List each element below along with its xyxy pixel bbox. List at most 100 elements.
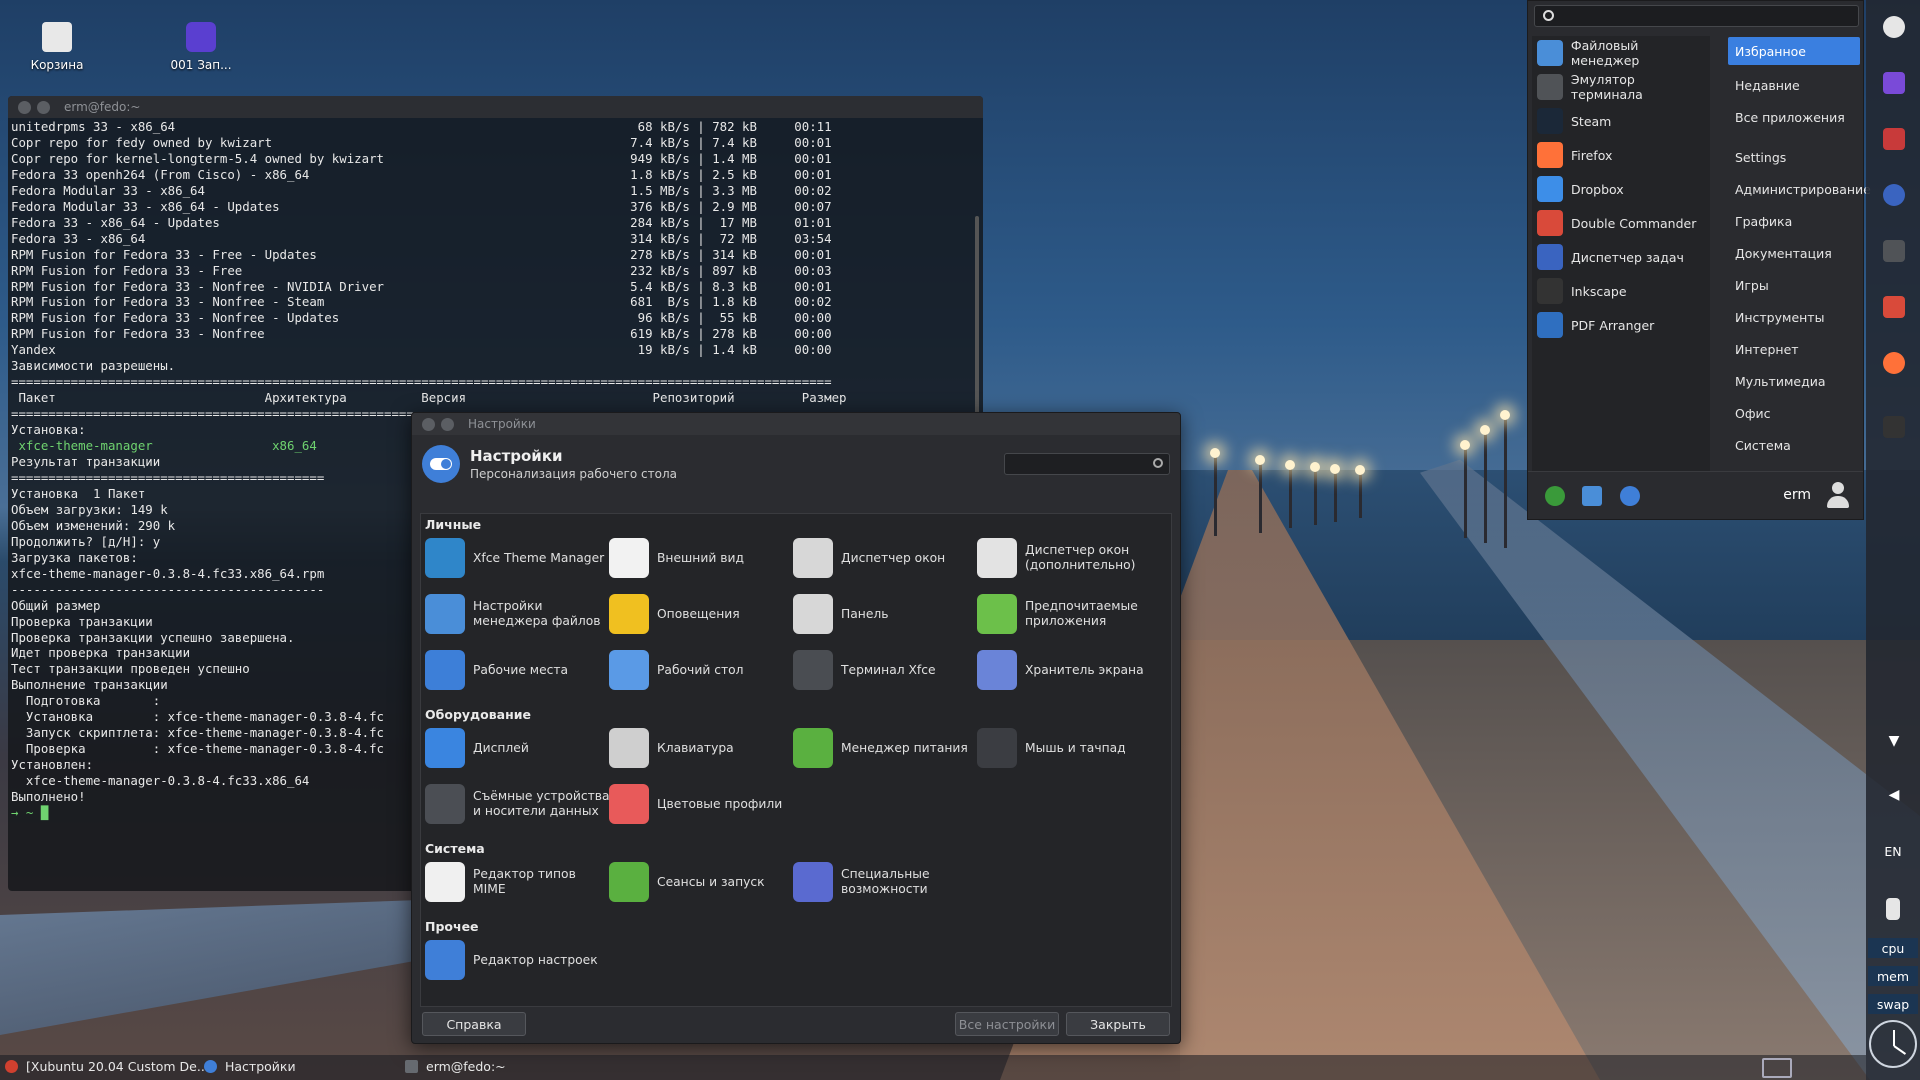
menu-category-item[interactable]: Офис xyxy=(1728,397,1860,429)
settings-item[interactable]: Терминал Xfce xyxy=(793,647,978,693)
menu-category-item[interactable]: Документация xyxy=(1728,237,1860,269)
street-lamp xyxy=(1310,462,1320,472)
app-menu[interactable]: Файловый менеджер Эмулятор терминала Steam… xyxy=(1527,0,1871,520)
menu-button-icon[interactable] xyxy=(1883,16,1905,38)
menu-category-item[interactable]: Администрирование xyxy=(1728,173,1871,205)
task-terminal[interactable]: erm@fedo:~ xyxy=(405,1059,506,1074)
settings-item[interactable]: Хранитель экрана xyxy=(977,647,1162,693)
minimize-icon[interactable] xyxy=(37,100,50,114)
app-launcher-icon[interactable] xyxy=(1883,128,1905,150)
minimize-icon[interactable] xyxy=(441,417,454,431)
clock-icon[interactable] xyxy=(1869,1020,1917,1068)
menu-category-item[interactable]: Интернет xyxy=(1728,333,1860,365)
desktop-icon-trash[interactable]: Корзина xyxy=(9,22,105,72)
settings-item[interactable]: Внешний вид xyxy=(609,535,794,581)
inkscape-icon[interactable] xyxy=(1883,416,1905,438)
show-desktop-icon[interactable] xyxy=(1762,1058,1792,1078)
settings-category-heading: Личные xyxy=(425,517,482,532)
street-lamp xyxy=(1480,425,1490,435)
file-manager-settings-icon xyxy=(425,594,465,634)
settings-item-label: Терминал Xfce xyxy=(841,662,936,677)
folder-icon[interactable] xyxy=(1582,486,1602,506)
menu-category-item[interactable]: Инструменты xyxy=(1728,301,1860,333)
volume-icon[interactable]: ◀ xyxy=(1883,784,1905,806)
settings-item[interactable]: Настройки менеджера файлов xyxy=(425,591,610,637)
mem-monitor[interactable]: mem xyxy=(1868,966,1918,986)
settings-item[interactable]: Панель xyxy=(793,591,978,637)
settings-item[interactable]: Съёмные устройства и носители данных xyxy=(425,781,610,827)
swap-monitor[interactable]: swap xyxy=(1868,994,1918,1014)
settings-item[interactable]: Менеджер питания xyxy=(793,725,978,771)
settings-logo-icon xyxy=(422,445,460,483)
menu-app-label: Эмулятор терминала xyxy=(1570,72,1643,102)
settings-item[interactable]: Цветовые профили xyxy=(609,781,794,827)
settings-item[interactable]: Редактор настроек xyxy=(425,937,610,983)
all-settings-button[interactable]: Все настройки xyxy=(955,1012,1059,1036)
settings-item[interactable]: Рабочий стол xyxy=(609,647,794,693)
terminal-titlebar[interactable]: erm@fedo:~ xyxy=(8,96,983,118)
menu-category-item[interactable]: Недавние xyxy=(1728,69,1860,101)
menu-category-item[interactable]: Избранное xyxy=(1728,37,1860,65)
settings-item[interactable]: Клавиатура xyxy=(609,725,794,771)
settings-item[interactable]: Рабочие места xyxy=(425,647,610,693)
menu-app-item[interactable]: Диспетчер задач xyxy=(1532,240,1710,274)
menu-favorites-list: Файловый менеджер Эмулятор терминала Steam… xyxy=(1532,36,1710,471)
terminal-line: Fedora Modular 33 - x86_64 - Updates 376… xyxy=(11,198,832,214)
steam-icon xyxy=(1537,108,1563,134)
menu-category-item[interactable]: Система xyxy=(1728,429,1860,461)
settings-toggle-icon[interactable] xyxy=(1620,486,1640,506)
screenshot-icon[interactable] xyxy=(1883,72,1905,94)
settings-category-heading: Прочее xyxy=(425,919,479,934)
menu-app-item[interactable]: Inkscape xyxy=(1532,274,1710,308)
menu-app-item[interactable]: Файловый менеджер xyxy=(1532,36,1710,70)
settings-item[interactable]: Специальные возможности xyxy=(793,859,978,905)
settings-item[interactable]: Оповещения xyxy=(609,591,794,637)
menu-app-item[interactable]: Dropbox xyxy=(1532,172,1710,206)
user-avatar-icon[interactable] xyxy=(1825,482,1851,510)
settings-item[interactable]: Мышь и тачпад xyxy=(977,725,1162,771)
settings-item[interactable]: Дисплей xyxy=(425,725,610,771)
battery-icon[interactable] xyxy=(1886,898,1900,920)
desktop-icon xyxy=(609,650,649,690)
menu-app-item[interactable]: Firefox xyxy=(1532,138,1710,172)
close-icon[interactable] xyxy=(18,100,31,114)
task-manager-icon[interactable] xyxy=(1883,184,1905,206)
task-settings[interactable]: Настройки xyxy=(204,1059,296,1074)
menu-category-item[interactable]: Settings xyxy=(1728,141,1860,173)
menu-app-label: Диспетчер задач xyxy=(1571,249,1684,265)
settings-item[interactable]: Xfce Theme Manager xyxy=(425,535,610,581)
settings-titlebar[interactable]: Настройки xyxy=(412,413,1180,435)
close-icon[interactable] xyxy=(422,417,435,431)
help-button[interactable]: Справка xyxy=(422,1012,526,1036)
menu-app-item[interactable]: Double Commander xyxy=(1532,206,1710,240)
menu-category-item[interactable]: Мультимедиа xyxy=(1728,365,1860,397)
settings-category-heading: Оборудование xyxy=(425,707,531,722)
firefox-icon[interactable] xyxy=(1883,352,1905,374)
settings-item[interactable]: Диспетчер окон xyxy=(793,535,978,581)
terminal-icon[interactable] xyxy=(1883,240,1905,262)
double-commander-icon[interactable] xyxy=(1883,296,1905,318)
network-icon[interactable]: ▼ xyxy=(1883,730,1905,752)
settings-item-label: Внешний вид xyxy=(657,550,744,565)
menu-app-item[interactable]: PDF Arranger xyxy=(1532,308,1710,342)
menu-category-item[interactable]: Все приложения xyxy=(1728,101,1860,133)
menu-app-item[interactable]: Steam xyxy=(1532,104,1710,138)
task-xubuntu[interactable]: [Xubuntu 20.04 Custom De... xyxy=(5,1059,209,1074)
settings-search-input[interactable] xyxy=(1004,453,1170,475)
cpu-monitor[interactable]: cpu xyxy=(1868,938,1918,958)
settings-item[interactable]: Предпочитаемые приложения xyxy=(977,591,1162,637)
settings-item-label: Рабочий стол xyxy=(657,662,744,677)
close-button[interactable]: Закрыть xyxy=(1066,1012,1170,1036)
settings-manager-window[interactable]: Настройки Настройки Персонализация рабоч… xyxy=(411,412,1181,1044)
refresh-icon[interactable] xyxy=(1545,486,1565,506)
desktop-icon-recording[interactable]: 001 Зап... xyxy=(153,22,249,72)
menu-category-item[interactable]: Игры xyxy=(1728,269,1860,301)
settings-item-label: Менеджер питания xyxy=(841,740,968,755)
keyboard-layout[interactable]: EN xyxy=(1866,844,1920,859)
menu-category-item[interactable]: Графика xyxy=(1728,205,1860,237)
settings-item[interactable]: Диспетчер окон (дополнительно) xyxy=(977,535,1162,581)
menu-app-item[interactable]: Эмулятор терминала xyxy=(1532,70,1710,104)
menu-search-input[interactable] xyxy=(1534,5,1859,27)
settings-item[interactable]: Сеансы и запуск xyxy=(609,859,794,905)
settings-item[interactable]: Редактор типов MIME xyxy=(425,859,610,905)
